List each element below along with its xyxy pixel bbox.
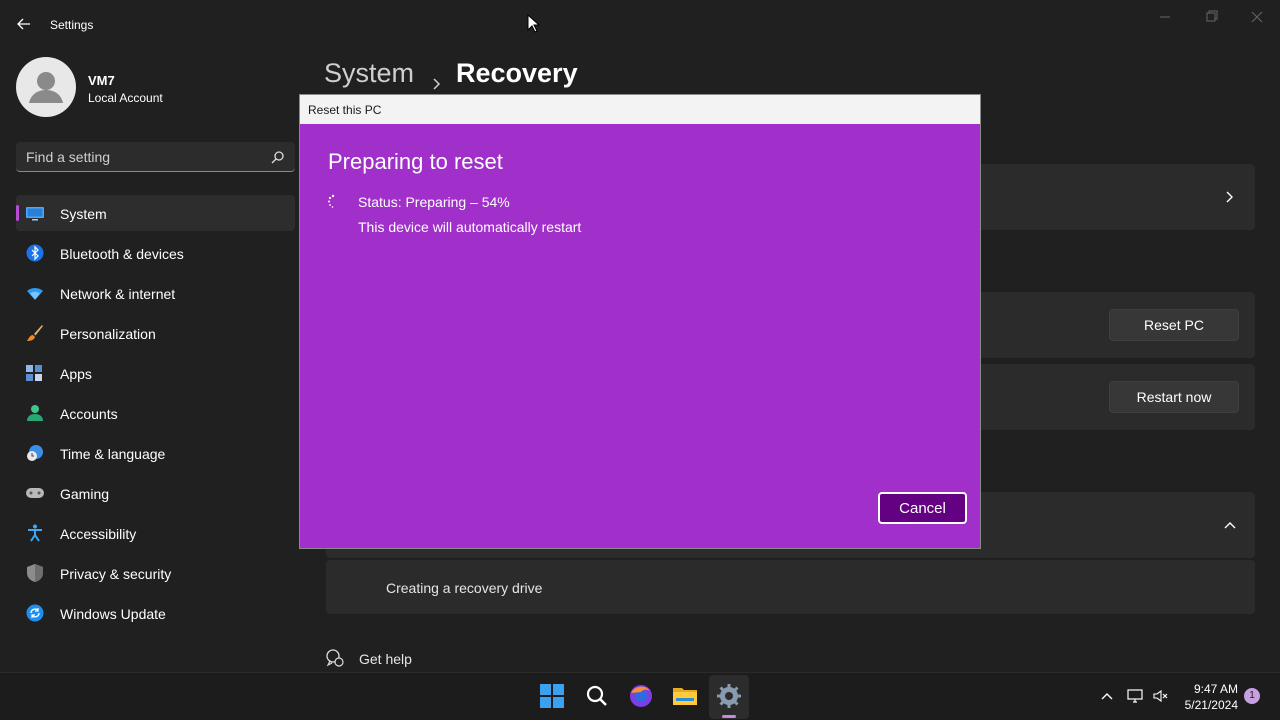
clock-time[interactable]: 9:47 AM <box>1192 682 1238 696</box>
network-icon[interactable] <box>1127 688 1143 704</box>
dialog-titlebar: Reset this PC <box>300 95 980 124</box>
notification-badge[interactable]: 1 <box>1244 688 1260 704</box>
search-icon[interactable] <box>584 683 610 709</box>
bluetooth-icon <box>26 244 44 262</box>
sidebar-item-personalization[interactable]: Personalization <box>16 315 295 351</box>
sidebar-item-label: Bluetooth & devices <box>60 246 184 262</box>
search-box[interactable] <box>16 142 295 172</box>
sidebar-item-label: Windows Update <box>60 606 166 622</box>
chevron-up-icon[interactable] <box>1099 688 1115 704</box>
avatar[interactable] <box>16 57 76 117</box>
get-help-link[interactable]: Get help <box>359 651 412 667</box>
sidebar-item-time-language[interactable]: Time & language <box>16 435 295 471</box>
back-arrow-icon[interactable] <box>14 14 34 34</box>
search-input[interactable] <box>26 148 256 166</box>
update-icon <box>26 604 44 622</box>
clock-globe-icon <box>26 444 44 462</box>
person-icon <box>26 404 44 422</box>
account-name: VM7 <box>88 73 115 88</box>
sidebar-item-accessibility[interactable]: Accessibility <box>16 515 295 551</box>
breadcrumb: System Recovery <box>324 58 578 90</box>
clock-date[interactable]: 5/21/2024 <box>1178 698 1238 712</box>
windows-start-icon[interactable] <box>539 683 565 709</box>
restart-now-button[interactable]: Restart now <box>1109 381 1239 413</box>
account-type: Local Account <box>88 91 163 105</box>
sidebar-item-label: Accounts <box>60 406 118 422</box>
chevron-up-icon <box>1223 518 1237 532</box>
chevron-right-icon <box>430 67 444 90</box>
shield-icon <box>26 564 44 582</box>
search-icon[interactable] <box>271 150 285 164</box>
apps-icon <box>26 364 44 382</box>
reset-pc-button[interactable]: Reset PC <box>1109 309 1239 341</box>
taskbar: 9:47 AM 5/21/2024 1 <box>0 672 1280 720</box>
dialog-note: This device will automatically restart <box>358 219 582 235</box>
dialog-heading: Preparing to reset <box>328 149 503 174</box>
app-title: Settings <box>50 18 94 32</box>
reset-dialog: Reset this PC Preparing to reset Status:… <box>299 94 981 549</box>
sidebar-item-label: Network & internet <box>60 286 176 302</box>
recovery-drive-link[interactable]: Creating a recovery drive <box>386 580 542 596</box>
sidebar-item-system[interactable]: System <box>16 195 295 231</box>
firefox-browser-icon[interactable] <box>628 683 654 709</box>
sidebar-item-gaming[interactable]: Gaming <box>16 475 295 511</box>
close-icon[interactable] <box>1245 8 1269 26</box>
mouse-cursor-icon <box>527 13 541 34</box>
sidebar-item-label: Apps <box>60 366 92 382</box>
sidebar-item-label: Privacy & security <box>60 566 172 582</box>
sidebar-item-network[interactable]: Network & internet <box>16 275 295 311</box>
selection-indicator <box>16 205 19 221</box>
window-titlebar: Settings <box>0 0 1280 48</box>
volume-muted-icon[interactable] <box>1153 688 1169 704</box>
sidebar-item-label: System <box>60 206 107 222</box>
monitor-icon <box>26 204 44 222</box>
restore-icon[interactable] <box>1199 8 1223 26</box>
sidebar-item-bluetooth[interactable]: Bluetooth & devices <box>16 235 295 271</box>
sidebar-item-label: Time & language <box>60 446 166 462</box>
sidebar-item-privacy[interactable]: Privacy & security <box>16 555 295 591</box>
sidebar-item-label: Gaming <box>60 486 110 502</box>
minimize-icon[interactable] <box>1153 8 1177 26</box>
chevron-right-icon <box>1223 190 1237 204</box>
settings-gear-icon[interactable] <box>716 683 742 709</box>
help-chat-icon[interactable] <box>325 648 345 668</box>
cancel-button[interactable]: Cancel <box>878 492 967 524</box>
accessibility-icon <box>26 524 44 542</box>
file-explorer-icon[interactable] <box>672 683 698 709</box>
dialog-title: Reset this PC <box>308 103 382 117</box>
loading-spinner-icon <box>326 193 340 209</box>
sidebar-item-accounts[interactable]: Accounts <box>16 395 295 431</box>
brush-icon <box>26 324 44 342</box>
sidebar-item-windows-update[interactable]: Windows Update <box>16 595 295 631</box>
dialog-status: Status: Preparing – 54% <box>358 194 510 210</box>
gamepad-icon <box>26 484 44 502</box>
wifi-icon <box>26 284 44 302</box>
sidebar-nav: System Bluetooth & devices Network & int… <box>16 195 295 635</box>
active-indicator <box>722 715 736 718</box>
sidebar-item-apps[interactable]: Apps <box>16 355 295 391</box>
sidebar-item-label: Accessibility <box>60 526 137 542</box>
breadcrumb-parent[interactable]: System <box>324 58 414 88</box>
page-title: Recovery <box>456 58 578 88</box>
sidebar-item-label: Personalization <box>60 326 156 342</box>
